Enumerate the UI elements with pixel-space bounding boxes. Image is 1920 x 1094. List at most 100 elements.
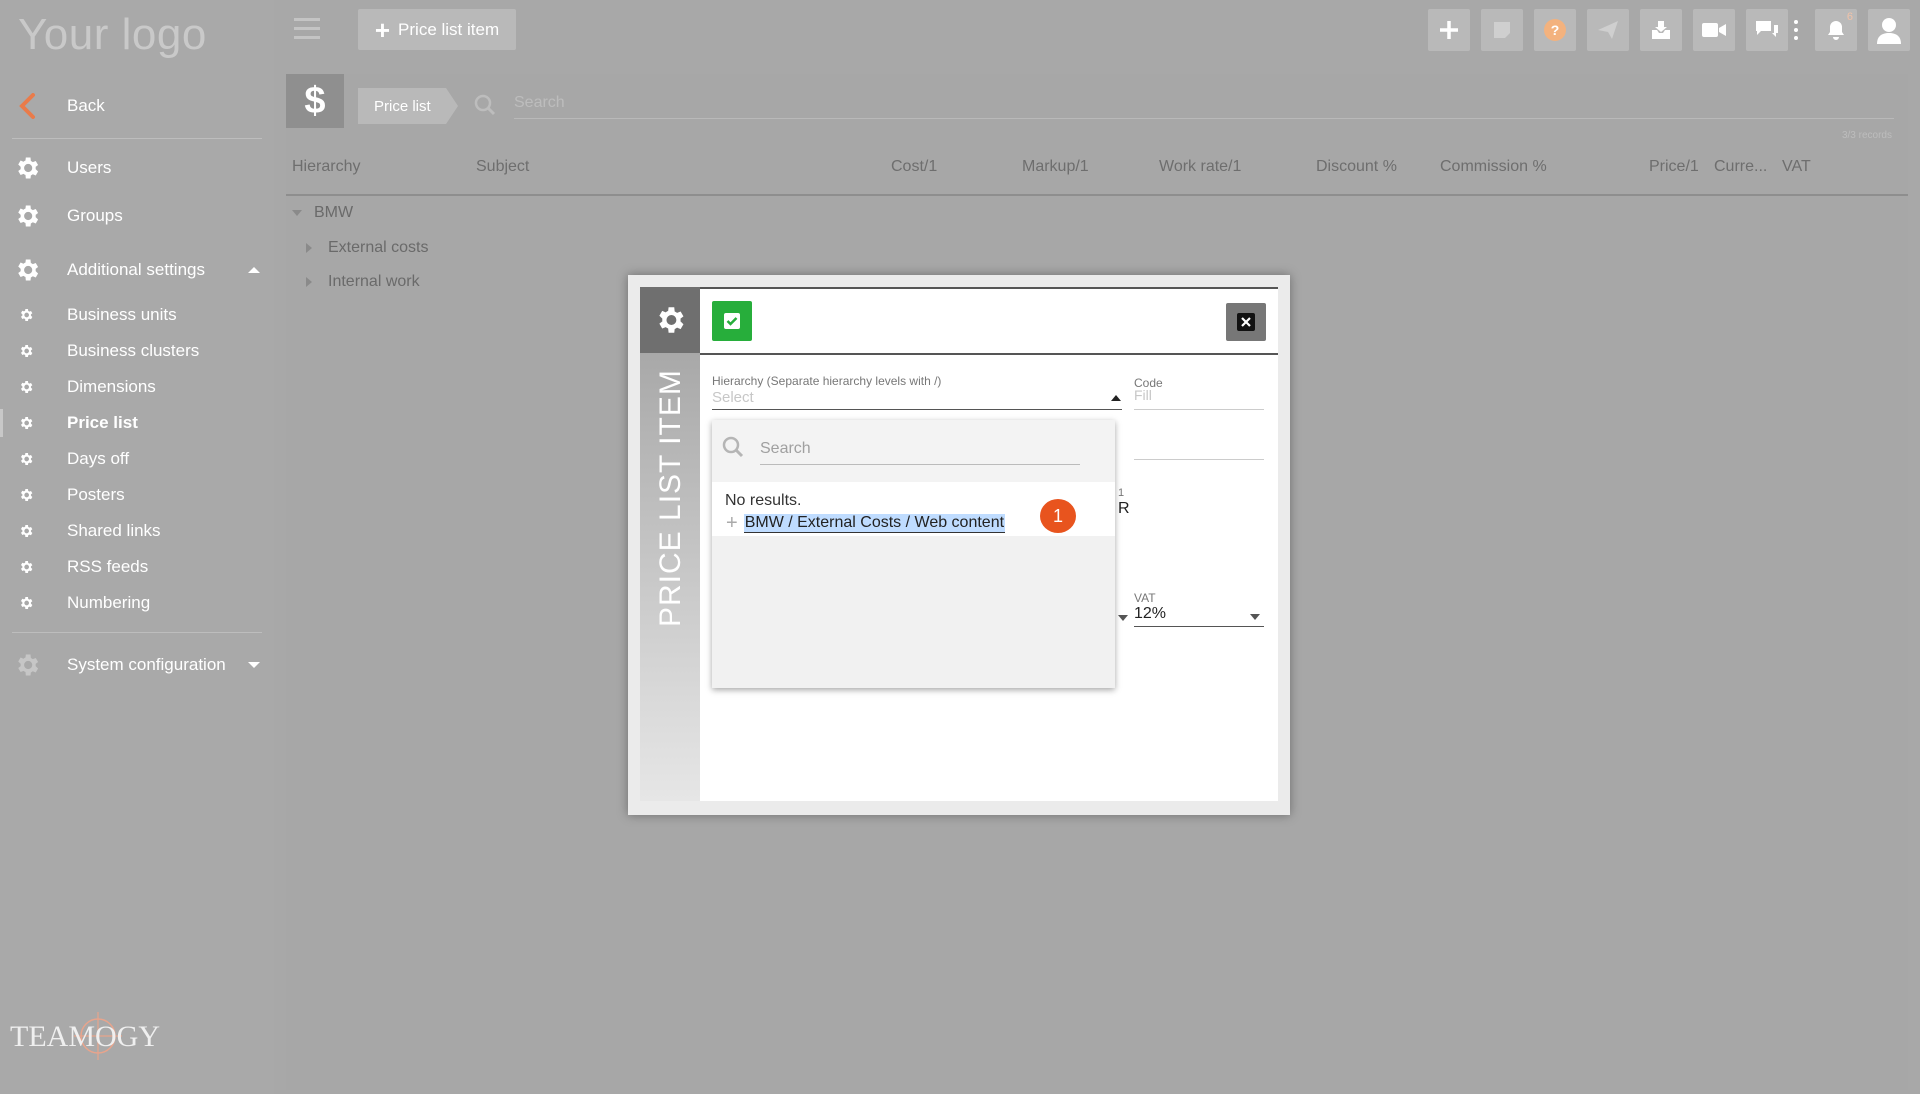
dropdown-search-input[interactable]: Search: [760, 440, 1080, 465]
breadcrumb[interactable]: Price list: [358, 88, 458, 124]
caret-down-icon[interactable]: [1250, 614, 1260, 620]
sidebar-item-posters[interactable]: Posters: [0, 477, 274, 513]
menu-icon[interactable]: [294, 18, 320, 40]
sidebar-item-additional-settings[interactable]: Additional settings: [0, 250, 274, 290]
video-camera-icon: [1702, 23, 1726, 37]
sidebar-item-label: Shared links: [67, 521, 161, 540]
tree-label: External costs: [328, 239, 429, 256]
dialog-header-divider: [700, 353, 1278, 355]
dialog-side-strip: PRICE LIST ITEM: [640, 287, 700, 801]
search-input[interactable]: Search: [514, 94, 1894, 119]
column-header-subject[interactable]: Subject: [476, 158, 529, 176]
sidebar-item-users[interactable]: Users: [0, 148, 274, 188]
sidebar-item-rss-feeds[interactable]: RSS feeds: [0, 549, 274, 585]
partial-field-value: R: [1118, 500, 1130, 517]
paper-plane-icon: [1598, 21, 1618, 39]
vat-select[interactable]: 12%: [1134, 605, 1166, 623]
sidebar-item-label: Posters: [67, 485, 125, 504]
sidebar-item-label: Business clusters: [67, 341, 200, 360]
add-button[interactable]: [1428, 9, 1470, 51]
dropdown-search: Search: [712, 420, 1115, 482]
column-header-work-rate[interactable]: Work rate/1: [1159, 158, 1241, 176]
gear-icon: [16, 521, 36, 541]
column-header-commission[interactable]: Commission %: [1440, 158, 1547, 176]
create-option-label: BMW / External Costs / Web content: [743, 514, 1006, 533]
caret-up-icon[interactable]: [1111, 395, 1121, 401]
add-price-list-item-button[interactable]: + Price list item: [358, 9, 516, 50]
sidebar-item-label: Days off: [67, 449, 130, 468]
hierarchy-dropdown: Search No results. + BMW / External Cost…: [712, 420, 1115, 688]
video-button[interactable]: [1693, 9, 1735, 51]
sidebar-divider: [12, 138, 262, 139]
column-header-currency[interactable]: Curre...: [1714, 158, 1767, 176]
sidebar-item-dimensions[interactable]: Dimensions: [0, 369, 274, 405]
no-results-text: No results.: [725, 492, 802, 509]
caret-up-icon: [248, 267, 260, 273]
plus-icon: +: [726, 512, 738, 534]
header-divider: [286, 194, 1908, 196]
column-header-price[interactable]: Price/1: [1649, 158, 1699, 176]
brand-text: TEAMOGY: [10, 1020, 160, 1053]
help-button[interactable]: ?: [1534, 9, 1576, 51]
note-icon: [1494, 22, 1510, 38]
gear-icon: [640, 287, 700, 353]
code-input[interactable]: Fill: [1134, 387, 1152, 403]
tree-row-external-costs[interactable]: External costs: [306, 239, 428, 257]
gear-icon: [16, 593, 36, 613]
field-underline: [1134, 459, 1264, 460]
sidebar-item-label: System configuration: [67, 655, 226, 674]
sidebar-item-label: Numbering: [67, 593, 151, 612]
column-header-hierarchy[interactable]: Hierarchy: [292, 158, 360, 176]
sidebar-item-days-off[interactable]: Days off: [0, 441, 274, 477]
hierarchy-select[interactable]: Select: [712, 389, 754, 406]
tree-label: BMW: [314, 204, 354, 221]
hierarchy-underline: [712, 409, 1122, 410]
hierarchy-label: Hierarchy (Separate hierarchy levels wit…: [712, 374, 942, 388]
more-vertical-icon[interactable]: [1794, 18, 1798, 42]
notification-count-badge: 6: [1846, 11, 1853, 23]
sidebar-item-shared-links[interactable]: Shared links: [0, 513, 274, 549]
sidebar-item-groups[interactable]: Groups: [0, 196, 274, 236]
user-avatar-button[interactable]: [1868, 9, 1910, 51]
send-button[interactable]: [1587, 9, 1629, 51]
column-header-vat[interactable]: VAT: [1782, 158, 1811, 176]
sidebar-item-system-configuration[interactable]: System configuration: [0, 645, 274, 685]
gear-icon: [16, 485, 36, 505]
gear-icon: [12, 255, 42, 285]
caret-down-icon: [248, 662, 260, 668]
caret-down-icon[interactable]: [1118, 615, 1128, 621]
expand-down-icon: [292, 209, 302, 216]
bell-icon: [1828, 21, 1844, 40]
tree-row-root[interactable]: BMW: [292, 204, 353, 222]
chat-icon: [1756, 21, 1778, 37]
back-button[interactable]: Back: [0, 86, 274, 126]
sidebar-item-business-clusters[interactable]: Business clusters: [0, 333, 274, 369]
sidebar-item-numbering[interactable]: Numbering: [0, 585, 274, 621]
dollar-icon: $: [286, 74, 344, 128]
sidebar-item-label: Groups: [67, 206, 123, 225]
create-hierarchy-option[interactable]: + BMW / External Costs / Web content: [726, 512, 1006, 535]
back-label: Back: [67, 96, 105, 115]
save-button[interactable]: [712, 301, 752, 341]
column-header-markup[interactable]: Markup/1: [1022, 158, 1089, 176]
sidebar-item-business-units[interactable]: Business units: [0, 297, 274, 333]
chat-button[interactable]: [1746, 9, 1788, 51]
chevron-left-icon: [12, 91, 42, 121]
records-count: 3/3 records: [1841, 130, 1892, 141]
notes-button[interactable]: [1481, 9, 1523, 51]
avatar-icon: [1877, 18, 1901, 44]
plus-icon: [1440, 21, 1458, 39]
column-header-cost[interactable]: Cost/1: [891, 158, 937, 176]
sidebar: Your logo Back Users Groups Additional s…: [0, 0, 274, 1094]
tree-row-internal-work[interactable]: Internal work: [306, 273, 420, 291]
partial-field-label: 1: [1118, 487, 1125, 499]
dialog-top-border: [700, 287, 1278, 289]
column-header-discount[interactable]: Discount %: [1316, 158, 1397, 176]
svg-text:?: ?: [1551, 22, 1560, 38]
sidebar-item-label: Business units: [67, 305, 177, 324]
sidebar-item-price-list[interactable]: Price list: [0, 405, 274, 441]
inbox-button[interactable]: [1640, 9, 1682, 51]
close-icon: [1237, 313, 1255, 331]
notifications-button[interactable]: 6: [1815, 9, 1857, 51]
close-button[interactable]: [1226, 303, 1266, 341]
